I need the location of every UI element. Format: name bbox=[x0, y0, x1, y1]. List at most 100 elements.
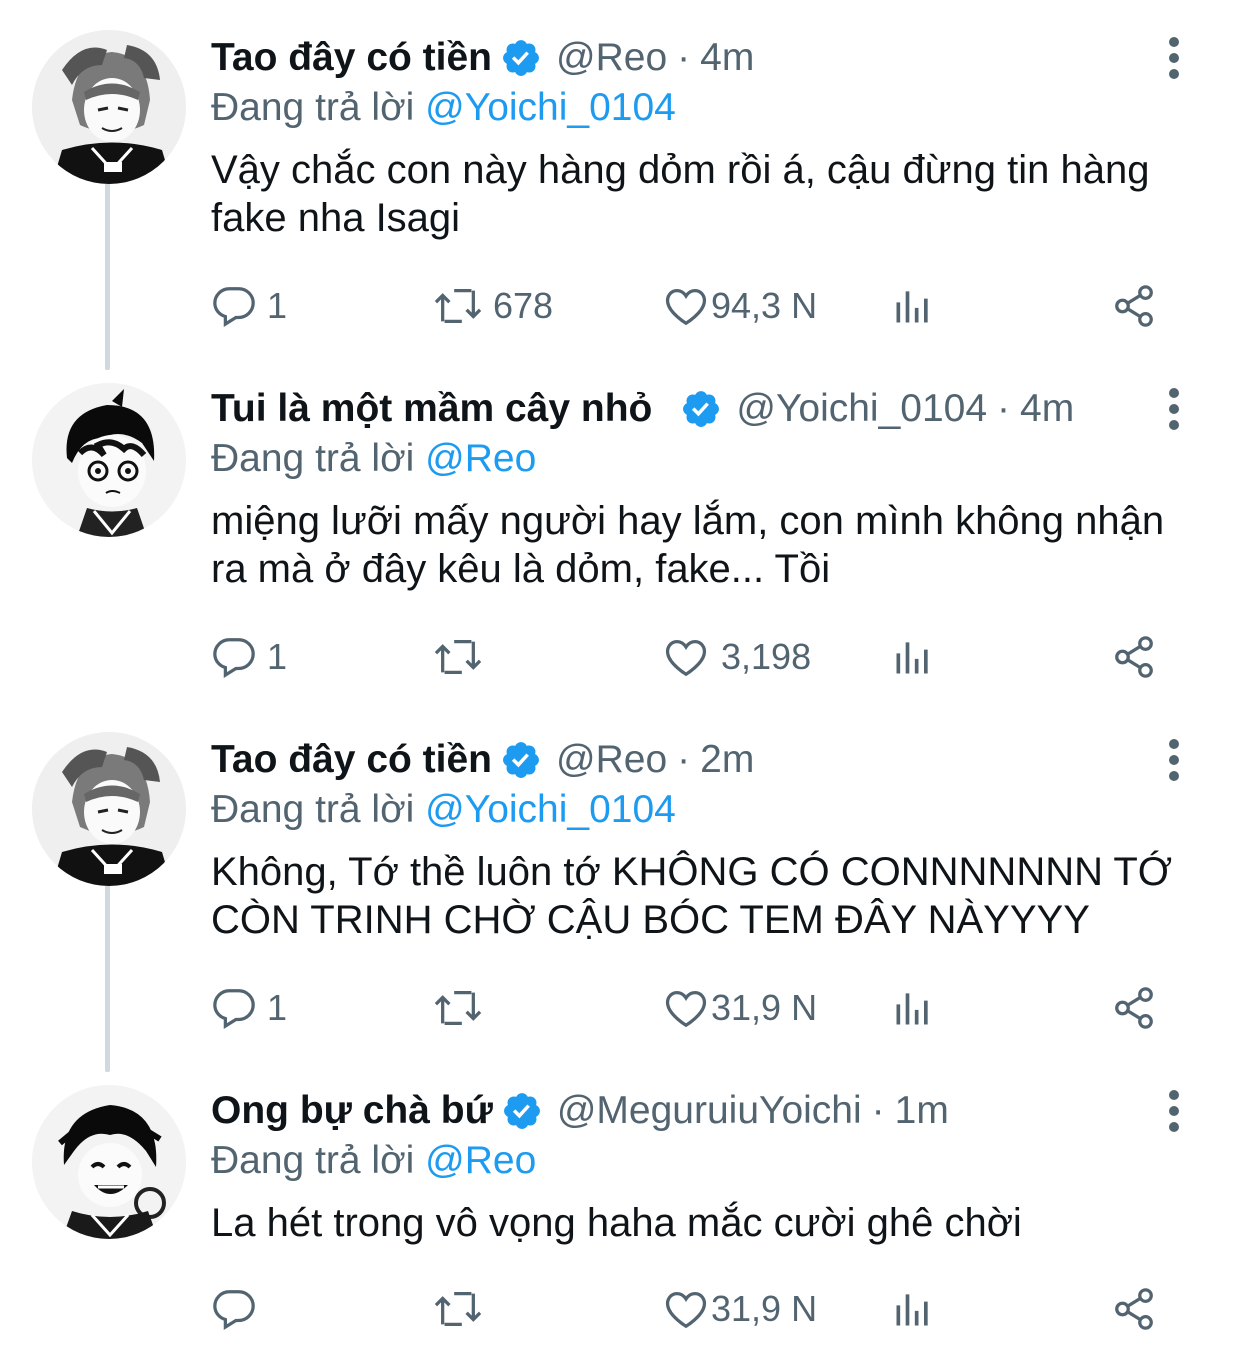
avatar-reo[interactable] bbox=[32, 732, 186, 886]
timestamp[interactable]: 1m bbox=[895, 1083, 949, 1139]
retweet-button[interactable] bbox=[433, 1281, 493, 1337]
tweet[interactable]: Ong bự chà bứ @MeguruiuYoichi · 1m Đang … bbox=[0, 1053, 1234, 1354]
retweet-icon bbox=[433, 985, 483, 1031]
views-button[interactable] bbox=[891, 980, 935, 1036]
views-icon bbox=[891, 283, 935, 329]
reply-context: Đang trả lời @Reo bbox=[211, 433, 536, 485]
display-name[interactable]: Tao đây có tiền bbox=[211, 30, 492, 86]
views-icon bbox=[891, 634, 935, 680]
like-button[interactable]: 3,198 bbox=[663, 629, 811, 685]
reply-count: 1 bbox=[267, 636, 288, 677]
like-button[interactable]: 31,9 N bbox=[663, 1281, 817, 1337]
tweet-actions: 1 678 94,3 N bbox=[211, 278, 1171, 334]
retweet-icon bbox=[433, 283, 483, 329]
views-button[interactable] bbox=[891, 278, 935, 334]
reply-count: 1 bbox=[267, 285, 288, 326]
like-count: 31,9 N bbox=[711, 1288, 818, 1329]
reply-icon bbox=[211, 634, 257, 680]
avatar-isagi[interactable] bbox=[32, 383, 186, 537]
tweet-header: Tao đây có tiền @Reo · 4m bbox=[211, 30, 754, 86]
share-button[interactable] bbox=[1111, 629, 1157, 685]
retweet-button[interactable] bbox=[433, 629, 493, 685]
separator-dot: · bbox=[997, 387, 1011, 430]
like-button[interactable]: 31,9 N bbox=[663, 980, 817, 1036]
share-icon bbox=[1111, 1286, 1157, 1332]
tweet[interactable]: Tui là một mầm cây nhỏ @Yoichi_0104 · 4m… bbox=[0, 351, 1234, 701]
handle[interactable]: @Yoichi_0104 bbox=[736, 381, 987, 437]
reply-button[interactable]: 1 bbox=[211, 980, 287, 1036]
reply-icon bbox=[211, 1286, 257, 1332]
separator-dot: · bbox=[677, 36, 691, 79]
more-icon[interactable] bbox=[1164, 738, 1184, 782]
reply-count: 1 bbox=[267, 987, 288, 1028]
reply-button[interactable]: 1 bbox=[211, 629, 287, 685]
reply-prefix: Đang trả lời bbox=[211, 86, 415, 129]
verified-badge-icon bbox=[500, 739, 542, 781]
like-icon bbox=[663, 985, 709, 1031]
timestamp[interactable]: 2m bbox=[700, 732, 754, 788]
tweet-text: Vậy chắc con này hàng dỏm rồi á, cậu đừn… bbox=[211, 148, 1150, 240]
reply-mention-link[interactable]: @Reo bbox=[425, 1139, 536, 1182]
reply-prefix: Đang trả lời bbox=[211, 1139, 415, 1182]
tweet-header: Tao đây có tiền @Reo · 2m bbox=[211, 732, 754, 788]
share-icon bbox=[1111, 634, 1157, 680]
reply-context: Đang trả lời @Reo bbox=[211, 1135, 536, 1187]
avatar-bachira[interactable] bbox=[32, 1085, 186, 1239]
like-count: 94,3 N bbox=[711, 285, 818, 326]
retweet-button[interactable] bbox=[433, 980, 493, 1036]
tweet[interactable]: Tao đây có tiền @Reo · 2m Đang trả lời @… bbox=[0, 702, 1234, 1052]
like-button[interactable]: 94,3 N bbox=[663, 278, 817, 334]
like-count: 31,9 N bbox=[711, 987, 818, 1028]
reply-mention-link[interactable]: @Yoichi_0104 bbox=[425, 86, 676, 129]
reply-mention-link[interactable]: @Yoichi_0104 bbox=[425, 788, 676, 831]
tweet-text: Không, Tớ thề luôn tớ KHÔNG CÓ CONNNNNNN… bbox=[211, 850, 1173, 942]
handle[interactable]: @Reo bbox=[556, 30, 667, 86]
verified-badge-icon bbox=[500, 37, 542, 79]
share-button[interactable] bbox=[1111, 1281, 1157, 1337]
reply-context: Đang trả lời @Yoichi_0104 bbox=[211, 784, 676, 836]
like-count: 3,198 bbox=[721, 636, 812, 677]
retweet-icon bbox=[433, 1286, 483, 1332]
tweet-header: Ong bự chà bứ @MeguruiuYoichi · 1m bbox=[211, 1083, 949, 1139]
timestamp[interactable]: 4m bbox=[700, 30, 754, 86]
tweet-header: Tui là một mầm cây nhỏ @Yoichi_0104 · 4m bbox=[211, 381, 1074, 437]
handle[interactable]: @MeguruiuYoichi bbox=[557, 1083, 862, 1139]
like-icon bbox=[663, 1286, 709, 1332]
share-icon bbox=[1111, 985, 1157, 1031]
views-button[interactable] bbox=[891, 629, 935, 685]
tweet-text: miệng lưỡi mấy người hay lắm, con mình k… bbox=[211, 499, 1165, 591]
handle[interactable]: @Reo bbox=[556, 732, 667, 788]
share-icon bbox=[1111, 283, 1157, 329]
reply-mention-link[interactable]: @Reo bbox=[425, 437, 536, 480]
share-button[interactable] bbox=[1111, 980, 1157, 1036]
tweet-actions: 31,9 N bbox=[211, 1281, 1171, 1337]
display-name[interactable]: Tui là một mầm cây nhỏ bbox=[211, 381, 652, 437]
tweet-text: La hét trong vô vọng haha mắc cười ghê c… bbox=[211, 1201, 1022, 1245]
timestamp[interactable]: 4m bbox=[1020, 381, 1074, 437]
tweet-actions: 1 31,9 N bbox=[211, 980, 1171, 1036]
views-icon bbox=[891, 985, 935, 1031]
tweet[interactable]: Tao đây có tiền @Reo · 4m Đang trả lời @… bbox=[0, 0, 1234, 350]
like-icon bbox=[663, 634, 709, 680]
share-button[interactable] bbox=[1111, 278, 1157, 334]
display-name[interactable]: Ong bự chà bứ bbox=[211, 1083, 493, 1139]
like-icon bbox=[663, 283, 709, 329]
more-icon[interactable] bbox=[1164, 36, 1184, 80]
retweet-icon bbox=[433, 634, 483, 680]
reply-context: Đang trả lời @Yoichi_0104 bbox=[211, 82, 676, 134]
views-icon bbox=[891, 1286, 935, 1332]
avatar-reo[interactable] bbox=[32, 30, 186, 184]
separator-dot: · bbox=[677, 738, 691, 781]
reply-icon bbox=[211, 985, 257, 1031]
views-button[interactable] bbox=[891, 1281, 935, 1337]
reply-prefix: Đang trả lời bbox=[211, 437, 415, 480]
display-name[interactable]: Tao đây có tiền bbox=[211, 732, 492, 788]
retweet-button[interactable]: 678 bbox=[433, 278, 553, 334]
verified-badge-icon bbox=[501, 1090, 543, 1132]
more-icon[interactable] bbox=[1164, 387, 1184, 431]
tweet-actions: 1 3,198 bbox=[211, 629, 1171, 685]
separator-dot: · bbox=[871, 1089, 885, 1132]
reply-button[interactable] bbox=[211, 1281, 267, 1337]
reply-button[interactable]: 1 bbox=[211, 278, 287, 334]
more-icon[interactable] bbox=[1164, 1089, 1184, 1133]
